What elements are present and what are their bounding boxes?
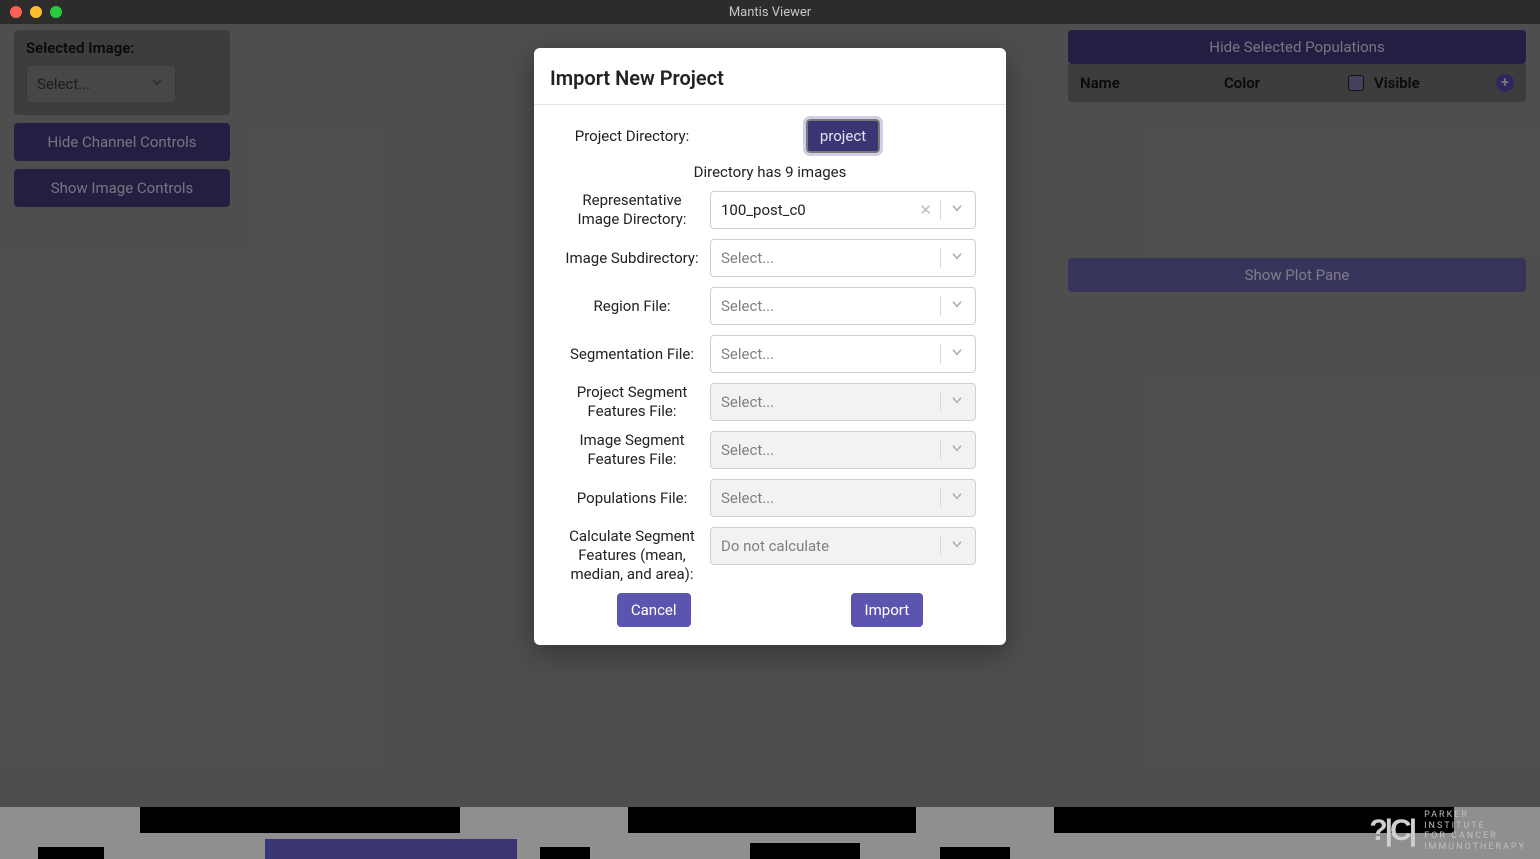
footer-bar bbox=[38, 847, 104, 859]
project-segment-features-file-label: Project Segment Features File: bbox=[564, 383, 710, 421]
project-directory-button[interactable]: project bbox=[806, 119, 880, 153]
footer-bar bbox=[140, 807, 460, 833]
representative-image-directory-label: Representative Image Directory: bbox=[564, 191, 710, 229]
close-window-icon[interactable] bbox=[10, 6, 22, 18]
parker-institute-logo: ?|C| PARKER INSTITUTE FOR CANCER IMMUNOT… bbox=[1369, 810, 1526, 853]
import-project-modal: Import New Project Project Directory: pr… bbox=[534, 48, 1006, 645]
footer: ?|C| PARKER INSTITUTE FOR CANCER IMMUNOT… bbox=[0, 807, 1540, 859]
populations-file-select[interactable]: Select... bbox=[710, 479, 976, 517]
project-segment-features-file-placeholder: Select... bbox=[721, 393, 774, 411]
modal-title: Import New Project bbox=[534, 48, 1006, 105]
logo-line-2: INSTITUTE bbox=[1424, 821, 1526, 832]
logo-line-3: FOR CANCER bbox=[1424, 831, 1526, 842]
chevron-down-icon bbox=[949, 296, 965, 316]
chevron-down-icon bbox=[949, 248, 965, 268]
region-file-label: Region File: bbox=[564, 297, 710, 316]
minimize-window-icon[interactable] bbox=[30, 6, 42, 18]
populations-file-label: Populations File: bbox=[564, 489, 710, 508]
separator bbox=[940, 200, 941, 220]
footer-bar bbox=[940, 847, 1010, 859]
import-button[interactable]: Import bbox=[851, 593, 924, 627]
region-file-select[interactable]: Select... bbox=[710, 287, 976, 325]
calculate-segment-features-label: Calculate Segment Features (mean, median… bbox=[564, 527, 710, 583]
image-segment-features-file-label: Image Segment Features File: bbox=[564, 431, 710, 469]
project-segment-features-file-select[interactable]: Select... bbox=[710, 383, 976, 421]
window-controls bbox=[10, 6, 62, 18]
directory-info-text: Directory has 9 images bbox=[564, 163, 976, 181]
segmentation-file-placeholder: Select... bbox=[721, 345, 774, 363]
footer-bar bbox=[540, 847, 590, 859]
calculate-segment-features-placeholder: Do not calculate bbox=[721, 537, 829, 555]
representative-image-directory-value: 100_post_c0 bbox=[721, 201, 806, 219]
calculate-segment-features-select[interactable]: Do not calculate bbox=[710, 527, 976, 565]
chevron-down-icon bbox=[949, 200, 965, 220]
project-directory-label: Project Directory: bbox=[564, 127, 710, 146]
image-subdirectory-label: Image Subdirectory: bbox=[564, 249, 710, 268]
footer-bar bbox=[750, 843, 860, 859]
clear-icon[interactable]: ✕ bbox=[919, 201, 932, 219]
maximize-window-icon[interactable] bbox=[50, 6, 62, 18]
app-body: Selected Image: Select... Hide Channel C… bbox=[0, 24, 1540, 859]
image-subdirectory-select[interactable]: Select... bbox=[710, 239, 976, 277]
image-segment-features-file-select[interactable]: Select... bbox=[710, 431, 976, 469]
image-segment-features-file-placeholder: Select... bbox=[721, 441, 774, 459]
window-title: Mantis Viewer bbox=[0, 5, 1540, 20]
logo-mark: ?|C| bbox=[1369, 813, 1414, 849]
chevron-down-icon bbox=[949, 536, 965, 556]
chevron-down-icon bbox=[949, 392, 965, 412]
chevron-down-icon bbox=[949, 488, 965, 508]
populations-file-placeholder: Select... bbox=[721, 489, 774, 507]
region-file-placeholder: Select... bbox=[721, 297, 774, 315]
footer-bar bbox=[628, 807, 916, 833]
footer-bar bbox=[265, 839, 517, 859]
logo-line-4: IMMUNOTHERAPY bbox=[1424, 842, 1526, 853]
cancel-button[interactable]: Cancel bbox=[617, 593, 691, 627]
representative-image-directory-select[interactable]: 100_post_c0 ✕ bbox=[710, 191, 976, 229]
image-subdirectory-placeholder: Select... bbox=[721, 249, 774, 267]
chevron-down-icon bbox=[949, 440, 965, 460]
modal-body: Project Directory: project Directory has… bbox=[534, 105, 1006, 629]
logo-line-1: PARKER bbox=[1424, 810, 1526, 821]
segmentation-file-select[interactable]: Select... bbox=[710, 335, 976, 373]
chevron-down-icon bbox=[949, 344, 965, 364]
segmentation-file-label: Segmentation File: bbox=[564, 345, 710, 364]
titlebar: Mantis Viewer bbox=[0, 0, 1540, 24]
